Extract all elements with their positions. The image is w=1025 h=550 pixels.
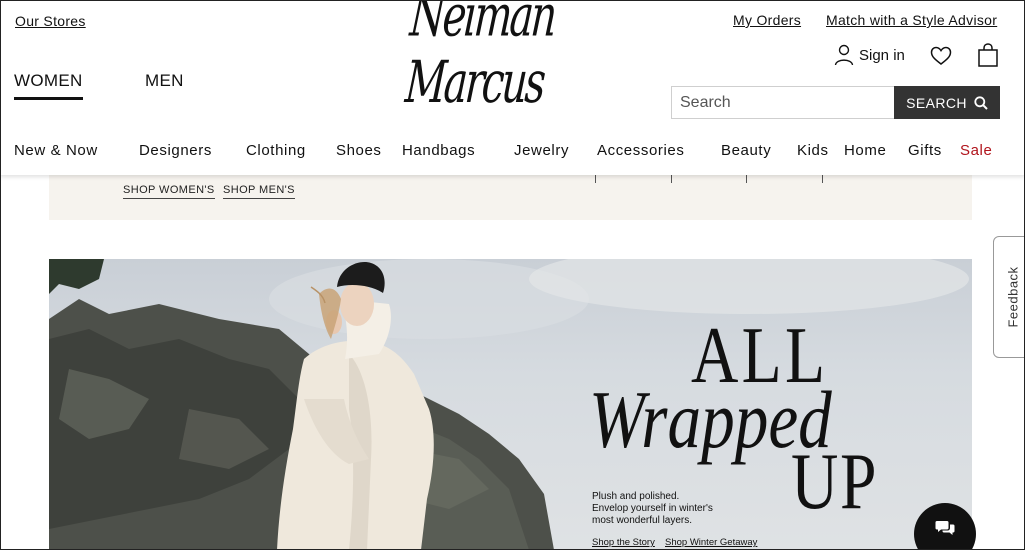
search-input[interactable] <box>671 86 894 119</box>
nav-item-handbags[interactable]: Handbags <box>402 142 475 159</box>
promo-divider <box>822 175 823 183</box>
nav-item-accessories[interactable]: Accessories <box>597 142 684 159</box>
hero-copy: Plush and polished. Envelop yourself in … <box>592 491 713 527</box>
nav-item-designers[interactable]: Designers <box>139 142 212 159</box>
site-header: Our Stores WOMEN MEN Neiman Marcus My Or… <box>0 0 1025 175</box>
logo-wordmark: Neiman Marcus <box>403 0 557 117</box>
nav-item-kids[interactable]: Kids <box>797 142 829 159</box>
shopping-bag-icon[interactable] <box>977 43 999 67</box>
search-button-label: SEARCH <box>906 94 967 111</box>
style-advisor-link[interactable]: Match with a Style Advisor <box>826 12 997 28</box>
hero-copy-line: most wonderful layers. <box>592 515 693 526</box>
site-logo[interactable]: Neiman Marcus <box>403 0 618 117</box>
shop-mens-link[interactable]: SHOP MEN'S <box>223 184 295 199</box>
nav-item-sale[interactable]: Sale <box>960 142 992 159</box>
feedback-label: Feedback <box>1005 266 1021 328</box>
promo-divider <box>746 175 747 183</box>
hero-copy-line: Plush and polished. <box>592 491 680 502</box>
hero-copy-line: Envelop yourself in winter's <box>592 503 713 514</box>
main-nav: New & Now Designers Clothing Shoes Handb… <box>0 142 1025 162</box>
shop-the-story-link[interactable]: Shop the Story <box>592 537 655 548</box>
shop-womens-link[interactable]: SHOP WOMEN'S <box>123 184 215 199</box>
tab-men[interactable]: MEN <box>145 71 184 91</box>
nav-item-jewelry[interactable]: Jewelry <box>514 142 569 159</box>
promo-strip: SHOP WOMEN'S SHOP MEN'S <box>49 175 972 220</box>
tab-women[interactable]: WOMEN <box>14 71 83 100</box>
user-icon <box>834 44 854 66</box>
hero-banner[interactable]: ALL Wrapped UP Plush and polished. Envel… <box>49 259 972 550</box>
sign-in-button[interactable]: Sign in <box>834 44 905 66</box>
nav-item-shoes[interactable]: Shoes <box>336 142 382 159</box>
search-button[interactable]: SEARCH <box>894 86 1000 119</box>
chat-bubbles-icon <box>935 521 955 535</box>
my-orders-link[interactable]: My Orders <box>733 12 801 28</box>
heart-icon[interactable] <box>930 46 952 66</box>
nav-item-beauty[interactable]: Beauty <box>721 142 771 159</box>
shop-winter-getaway-link[interactable]: Shop Winter Getaway <box>665 537 757 548</box>
sign-in-label: Sign in <box>859 46 905 64</box>
our-stores-link[interactable]: Our Stores <box>15 13 86 29</box>
promo-divider <box>671 175 672 183</box>
nav-item-new-now[interactable]: New & Now <box>14 142 98 159</box>
feedback-tab[interactable]: Feedback <box>993 236 1025 358</box>
nav-item-clothing[interactable]: Clothing <box>246 142 306 159</box>
promo-divider <box>595 175 596 183</box>
headline-up: UP <box>791 438 879 526</box>
search-icon <box>974 95 988 110</box>
nav-item-gifts[interactable]: Gifts <box>908 142 942 159</box>
nav-item-home[interactable]: Home <box>844 142 886 159</box>
